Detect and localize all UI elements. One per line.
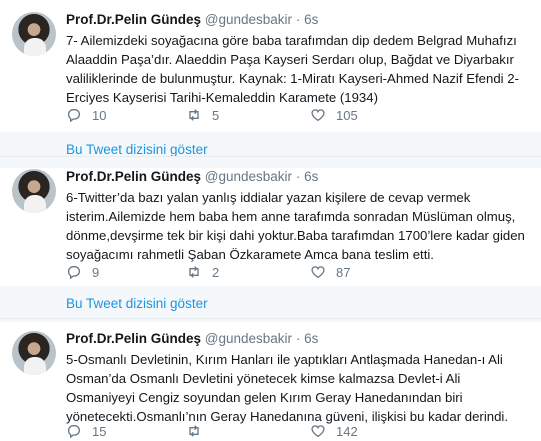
reply-icon [67,266,80,280]
timestamp[interactable]: 6s [304,331,318,346]
reply-icon [67,109,80,123]
like-button[interactable]: 87 [310,264,350,280]
tweet-text: 7- Ailemizdeki soyağacına göre baba tara… [66,33,519,105]
reply-count: 9 [92,264,100,280]
author-name[interactable]: Prof.Dr.Pelin Gündeş [66,331,201,346]
author-name[interactable]: Prof.Dr.Pelin Gündeş [66,169,201,184]
timestamp[interactable]: 6s [304,169,318,184]
heart-icon [311,109,325,122]
tweet-header: Prof.Dr.Pelin Gündeş @gundesbakir · 6s [66,12,318,27]
author-handle[interactable]: @gundesbakir [205,169,292,184]
like-count: 105 [336,107,358,123]
tweet-text: 6-Twitter’da bazı yalan yanlış iddialar … [66,190,525,262]
show-thread-label[interactable]: Bu Tweet dizisini göster [66,142,208,157]
like-button[interactable]: 142 [310,423,358,439]
heart-icon [311,266,325,279]
retweet-button[interactable]: 2 [186,264,219,280]
reply-icon [67,425,80,439]
reply-count: 10 [92,107,107,123]
retweet-button[interactable]: 5 [186,107,219,123]
heart-icon [311,425,325,438]
like-count: 87 [336,264,351,280]
avatar[interactable] [12,331,56,375]
reply-count: 15 [92,423,107,439]
separator-dot: · [295,331,301,346]
retweet-icon [189,266,199,278]
separator-dot: · [295,169,301,184]
show-thread-link[interactable]: Bu Tweet dizisini göster [0,286,541,322]
tweet-text: 5-Osmanlı Devletinin, Kırım Hanları ile … [66,352,509,424]
retweet-icon [189,425,199,437]
retweet-icon [189,109,199,121]
reply-button[interactable]: 10 [66,107,106,123]
show-thread-label[interactable]: Bu Tweet dizisini göster [66,296,208,311]
avatar[interactable] [12,169,56,213]
like-count: 142 [336,423,358,439]
retweet-button[interactable] [186,423,212,439]
tweet-header: Prof.Dr.Pelin Gündeş @gundesbakir · 6s [66,169,318,184]
like-button[interactable]: 105 [310,107,358,123]
separator-dot: · [295,12,301,27]
author-handle[interactable]: @gundesbakir [205,12,292,27]
retweet-count: 5 [212,107,220,123]
author-name[interactable]: Prof.Dr.Pelin Gündeş [66,12,201,27]
tweet-3[interactable]: Prof.Dr.Pelin Gündeş @gundesbakir · 6s 5… [0,319,541,439]
tweet-2[interactable]: Prof.Dr.Pelin Gündeş @gundesbakir · 6s 6… [0,157,541,287]
retweet-count: 2 [212,264,220,280]
reply-button[interactable]: 15 [66,423,106,439]
timestamp[interactable]: 6s [304,12,318,27]
avatar[interactable] [12,12,56,56]
tweet-1[interactable]: Prof.Dr.Pelin Gündeş @gundesbakir · 6s 7… [0,0,541,132]
author-handle[interactable]: @gundesbakir [205,331,292,346]
tweet-header: Prof.Dr.Pelin Gündeş @gundesbakir · 6s [66,331,318,346]
reply-button[interactable]: 9 [66,264,99,280]
